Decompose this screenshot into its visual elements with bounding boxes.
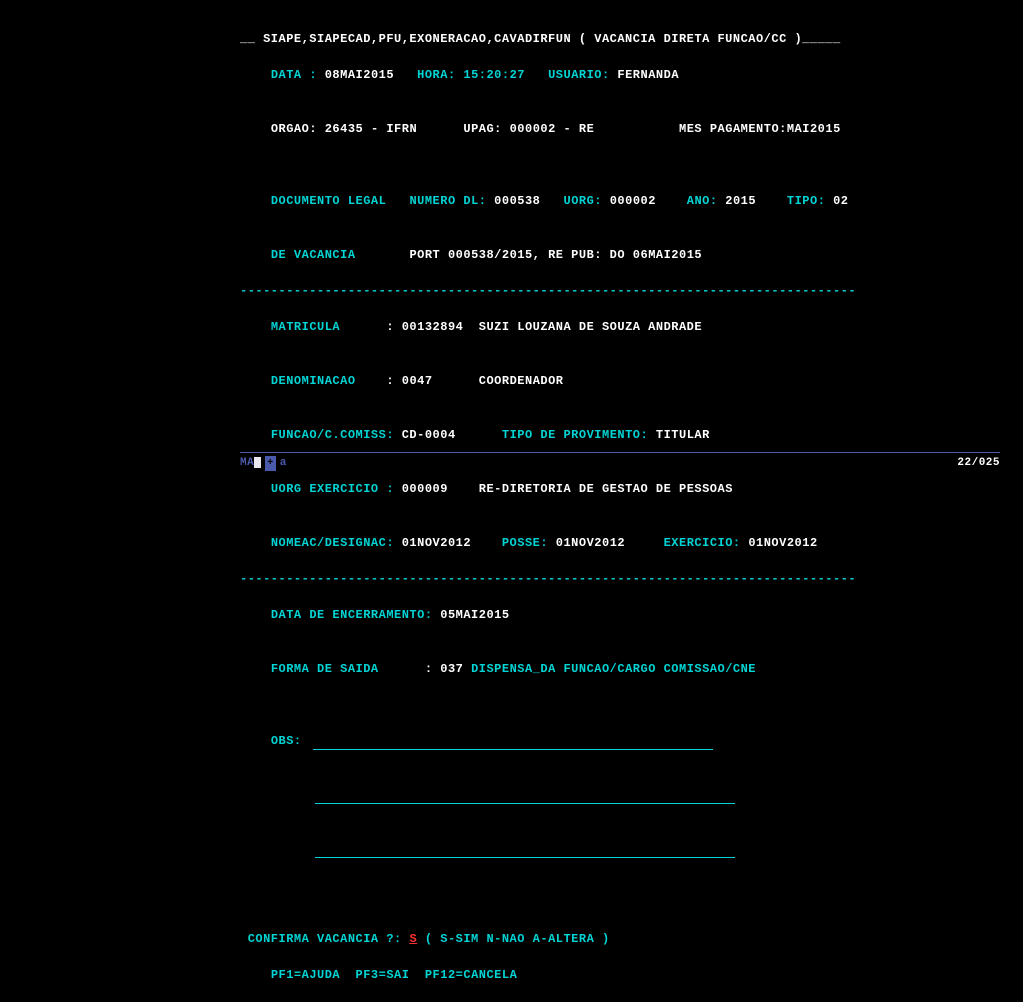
doc-line1: DOCUMENTO LEGAL NUMERO DL: 000538 UORG: … <box>240 174 1020 228</box>
pf1-key[interactable]: PF1=AJUDA <box>271 968 340 982</box>
forma-label: FORMA DE SAIDA <box>271 662 379 676</box>
nomeac-label: NOMEAC/DESIGNAC: <box>271 536 394 550</box>
pf3-key[interactable]: PF3=SAI <box>356 968 410 982</box>
orgao-value: 26435 - IFRN <box>325 122 417 136</box>
obs-input-1[interactable] <box>313 738 713 750</box>
doc-line2: DE VACANCIA PORT 000538/2015, RE PUB: DO… <box>240 228 1020 282</box>
forma-code: 037 <box>440 662 463 676</box>
forma-line: FORMA DE SAIDA : 037 DISPENSA_DA FUNCAO/… <box>240 642 1020 696</box>
uorg-ex-desc: RE-DIRETORIA DE GESTAO DE PESSOAS <box>479 482 733 496</box>
hora-label: HORA: <box>417 68 456 82</box>
tipo-value: 02 <box>833 194 848 208</box>
uorg-ex-label: UORG EXERCICIO : <box>271 482 394 496</box>
exercicio-label: EXERCICIO: <box>664 536 741 550</box>
usuario-value: FERNANDA <box>617 68 679 82</box>
obs-label: OBS: <box>271 734 302 748</box>
doc-legal-label: DOCUMENTO LEGAL <box>271 194 387 208</box>
matricula-num: 00132894 <box>402 320 464 334</box>
enc-line: DATA DE ENCERRAMENTO: 05MAI2015 <box>240 588 1020 642</box>
usuario-label: USUARIO: <box>548 68 610 82</box>
pfkeys-line: PF1=AJUDA PF3=SAI PF12=CANCELA <box>240 948 1020 1002</box>
confirm-prompt: CONFIRMA VACANCIA ?: <box>248 932 402 946</box>
denom-desc: COORDENADOR <box>479 374 564 388</box>
numero-label: NUMERO DL: <box>409 194 486 208</box>
mes-pag-label: MES PAGAMENTO: <box>679 122 787 136</box>
nomeac-value: 01NOV2012 <box>402 536 471 550</box>
matricula-line: MATRICULA : 00132894 SUZI LOUZANA DE SOU… <box>240 300 1020 354</box>
obs-line3 <box>240 822 1020 876</box>
orgao-label: ORGAO: <box>271 122 317 136</box>
plus-icon: + <box>265 456 276 471</box>
denom-label: DENOMINACAO <box>271 374 356 388</box>
tipo-prov-value: TITULAR <box>656 428 710 442</box>
terminal-screen: __ SIAPE,SIAPECAD,PFU,EXONERACAO,CAVADIR… <box>240 30 1020 1002</box>
vac-value: PORT 000538/2015, RE PUB: DO 06MAI2015 <box>409 248 702 262</box>
tipo-label: TIPO: <box>787 194 826 208</box>
status-ma: MA <box>240 457 254 469</box>
numero-value: 000538 <box>494 194 540 208</box>
tipo-prov-label: TIPO DE PROVIMENTO: <box>502 428 648 442</box>
uorg-ex-code: 000009 <box>402 482 448 496</box>
doc-uorg-value: 000002 <box>610 194 656 208</box>
confirm-answer[interactable]: S <box>409 932 417 946</box>
ano-label: ANO: <box>687 194 718 208</box>
posse-label: POSSE: <box>502 536 548 550</box>
status-bar: MA + a 22/025 <box>240 452 1000 472</box>
header-line1: DATA : 08MAI2015 HORA: 15:20:27 USUARIO:… <box>240 48 1020 102</box>
header-line2: ORGAO: 26435 - IFRN UPAG: 000002 - RE ME… <box>240 102 1020 156</box>
mes-pag-value: MAI2015 <box>787 122 841 136</box>
confirm-options: ( S-SIM N-NAO A-ALTERA ) <box>425 932 610 946</box>
cursor-icon <box>254 457 261 468</box>
status-cursor-pos: 22/025 <box>957 455 1000 472</box>
ano-value: 2015 <box>725 194 756 208</box>
forma-desc: DISPENSA_DA FUNCAO/CARGO COMISSAO/CNE <box>471 662 756 676</box>
status-a: a <box>280 457 287 469</box>
confirm-line: CONFIRMA VACANCIA ?: S ( S-SIM N-NAO A-A… <box>240 930 1020 948</box>
obs-input-2[interactable] <box>315 792 735 804</box>
funcao-label: FUNCAO/C.COMISS: <box>271 428 394 442</box>
denom-line: DENOMINACAO : 0047 COORDENADOR <box>240 354 1020 408</box>
nomeac-line: NOMEAC/DESIGNAC: 01NOV2012 POSSE: 01NOV2… <box>240 516 1020 570</box>
denom-code: 0047 <box>402 374 433 388</box>
header-path: __ SIAPE,SIAPECAD,PFU,EXONERACAO,CAVADIR… <box>240 30 1020 48</box>
matricula-label: MATRICULA <box>271 320 340 334</box>
upag-value: 000002 - RE <box>510 122 595 136</box>
pf12-key[interactable]: PF12=CANCELA <box>425 968 517 982</box>
data-label: DATA : <box>271 68 317 82</box>
divider-1: ----------------------------------------… <box>240 282 1020 300</box>
upag-label: UPAG: <box>463 122 502 136</box>
obs-line2 <box>240 768 1020 822</box>
hora-value: 15:20:27 <box>463 68 525 82</box>
funcao-value: CD-0004 <box>402 428 456 442</box>
posse-value: 01NOV2012 <box>556 536 625 550</box>
divider-2: ----------------------------------------… <box>240 570 1020 588</box>
obs-line1: OBS: <box>240 714 1020 768</box>
doc-uorg-label: UORG: <box>564 194 603 208</box>
data-enc-value: 05MAI2015 <box>440 608 509 622</box>
data-value: 08MAI2015 <box>325 68 394 82</box>
obs-input-3[interactable] <box>315 846 735 858</box>
exercicio-value: 01NOV2012 <box>748 536 817 550</box>
vac-label: DE VACANCIA <box>271 248 356 262</box>
data-enc-label: DATA DE ENCERRAMENTO: <box>271 608 433 622</box>
matricula-nome: SUZI LOUZANA DE SOUZA ANDRADE <box>479 320 702 334</box>
